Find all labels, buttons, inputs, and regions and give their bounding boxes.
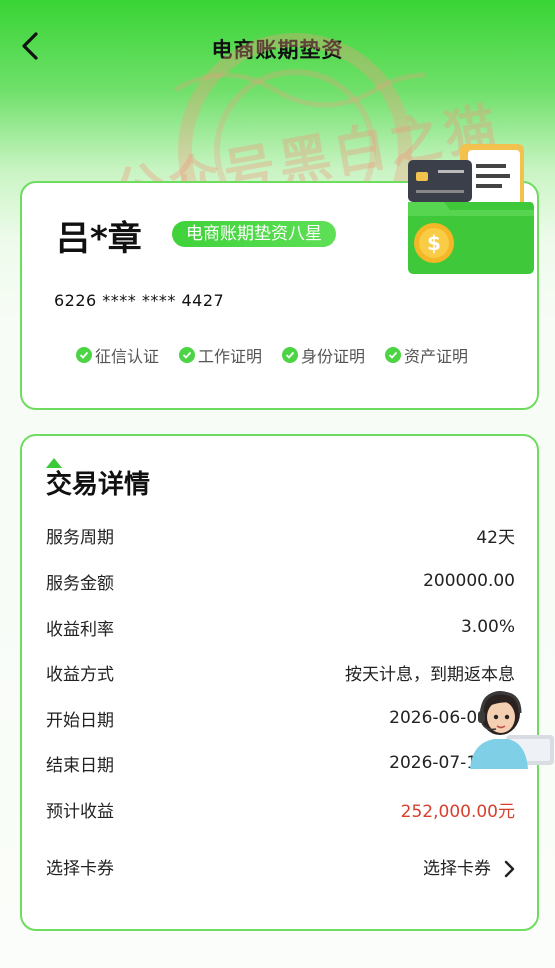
detail-row-expected-yield: 预计收益 252,000.00元 [46, 794, 515, 824]
detail-row-service-amount: 服务金额 200000.00 [46, 566, 515, 596]
certification-item: 资产证明 [385, 343, 468, 367]
detail-value-highlight: 252,000.00元 [400, 801, 515, 822]
detail-label: 收益利率 [46, 619, 114, 640]
certification-label: 征信认证 [95, 347, 160, 366]
certification-item: 工作证明 [179, 343, 262, 367]
detail-label: 开始日期 [46, 710, 114, 731]
certification-label: 身份证明 [301, 347, 366, 366]
user-name: 吕*章 [56, 219, 142, 259]
check-circle-icon [385, 347, 402, 363]
bank-card-number: 6226 **** **** 4427 [54, 291, 225, 310]
detail-row-service-period: 服务周期 42天 [46, 520, 515, 550]
certification-label: 工作证明 [198, 347, 263, 366]
select-coupon-button[interactable]: 选择卡券 [423, 854, 515, 879]
detail-label: 预计收益 [46, 801, 114, 822]
check-circle-icon [76, 347, 92, 363]
top-bar: 电商账期垫资 [0, 0, 555, 96]
detail-value: 按天计息，到期返本息 [345, 664, 515, 685]
detail-label: 收益方式 [46, 664, 114, 685]
certification-label: 资产证明 [404, 347, 469, 366]
check-circle-icon [179, 347, 196, 363]
customer-service-avatar[interactable] [466, 683, 555, 769]
detail-value: 3.00% [460, 617, 515, 637]
detail-value: 200000.00 [423, 571, 515, 591]
detail-label: 结束日期 [46, 755, 114, 776]
certification-list: 征信认证 工作证明 身份证明 资产证明 [76, 343, 468, 367]
detail-row-start-date: 开始日期 2026-06-06 22 [46, 703, 515, 733]
section-title: 交易详情 [46, 470, 151, 500]
detail-value: 42天 [476, 527, 515, 548]
detail-label: 服务周期 [46, 527, 114, 548]
detail-row-yield-rate: 收益利率 3.00% [46, 612, 515, 642]
page-title: 电商账期垫资 [211, 38, 344, 62]
wallet-card-icon: $ [404, 138, 536, 278]
detail-row-yield-method: 收益方式 按天计息，到期返本息 [46, 657, 515, 687]
detail-row-end-date: 结束日期 2026-07-18 22 [46, 748, 515, 778]
svg-text:$: $ [427, 231, 441, 255]
detail-label: 服务金额 [46, 573, 114, 594]
detail-label: 选择卡券 [46, 858, 114, 879]
chevron-right-icon [504, 860, 515, 877]
select-coupon-row[interactable]: 选择卡券 选择卡券 [46, 851, 515, 881]
select-coupon-text: 选择卡券 [423, 858, 491, 879]
certification-item: 身份证明 [282, 343, 365, 367]
check-circle-icon [282, 347, 299, 363]
certification-item: 征信认证 [76, 343, 159, 367]
transaction-details-card: 交易详情 服务周期 42天 服务金额 200000.00 收益利率 3.00% … [20, 434, 539, 931]
level-badge: 电商账期垫资八星 [172, 221, 336, 247]
